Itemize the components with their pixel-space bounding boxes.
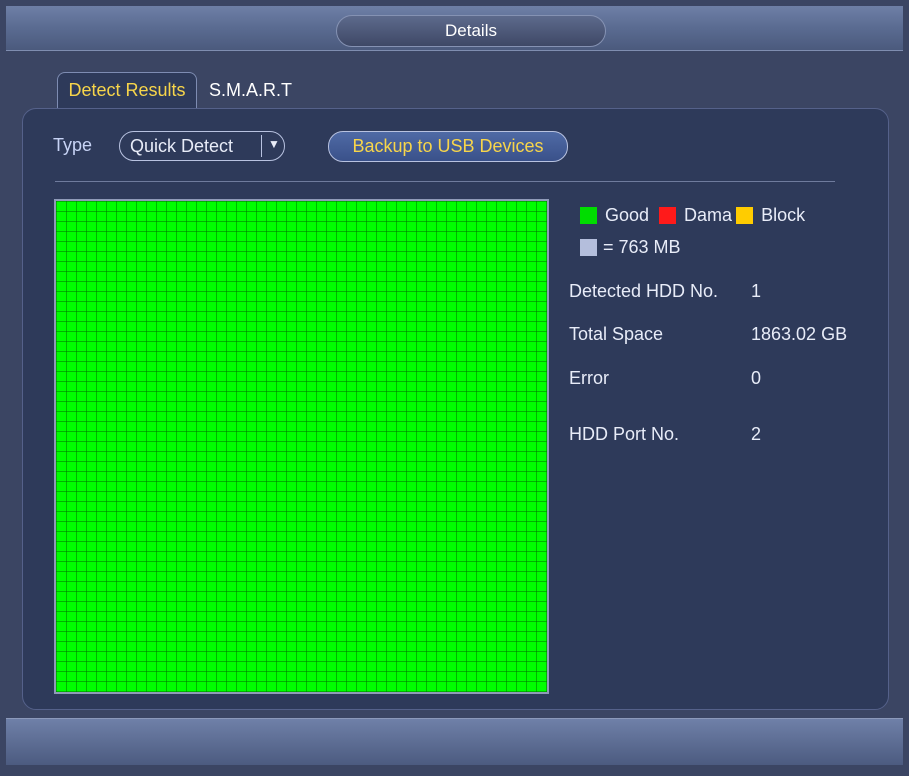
detected-hdd-value: 1 (751, 281, 762, 301)
damaged-swatch (659, 207, 677, 224)
hdd-block-grid (54, 199, 549, 694)
type-select[interactable]: Quick Detect ▼ (119, 131, 285, 161)
legend-good-label: Good (605, 205, 650, 225)
tab-smart[interactable]: S.M.A.R.T (209, 72, 329, 108)
title-bar: Details (6, 6, 903, 51)
select-divider (261, 135, 262, 157)
legend-damaged-label: Dama (684, 205, 733, 225)
error-value: 0 (751, 368, 762, 388)
type-label: Type (53, 135, 93, 155)
total-space-label: Total Space (569, 324, 664, 344)
block-swatch (736, 207, 754, 224)
detected-hdd-label: Detected HDD No. (569, 281, 719, 301)
legend-block-label: Block (761, 205, 806, 225)
window-title: Details (336, 15, 606, 47)
details-window: Details Detect Results S.M.A.R.T Type Qu… (0, 0, 909, 776)
legend-unit: = 763 MB (580, 237, 681, 258)
footer-bar (6, 718, 903, 765)
error-label: Error (569, 368, 609, 388)
good-swatch (580, 207, 597, 224)
hdd-port-label: HDD Port No. (569, 424, 680, 444)
legend: Good Dama Block (580, 205, 805, 226)
tab-detect-results[interactable]: Detect Results (57, 72, 197, 108)
type-select-value: Quick Detect (130, 135, 234, 156)
divider (55, 181, 835, 182)
total-space-value: 1863.02 GB (751, 324, 848, 344)
hdd-port-value: 2 (751, 424, 762, 444)
legend-unit-label: = 763 MB (603, 237, 681, 257)
backup-to-usb-button[interactable]: Backup to USB Devices (328, 131, 568, 162)
chevron-down-icon[interactable]: ▼ (268, 137, 280, 151)
unit-swatch (580, 239, 597, 256)
